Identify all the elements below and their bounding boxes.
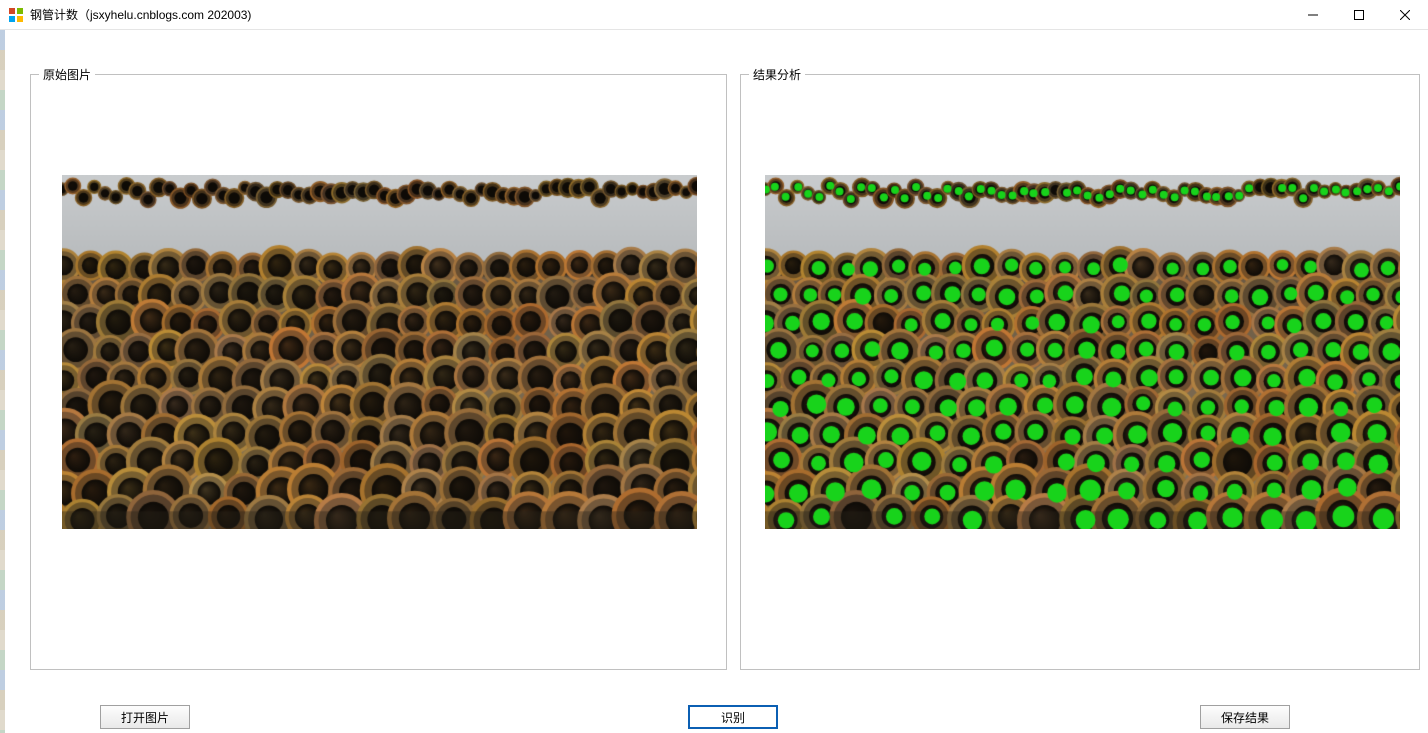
- maximize-button[interactable]: [1336, 0, 1382, 30]
- app-icon: [8, 7, 24, 23]
- window-controls: [1290, 0, 1428, 30]
- original-image: [62, 175, 697, 529]
- groupbox-result-legend: 结果分析: [749, 66, 805, 83]
- groupbox-original: 原始图片: [30, 74, 727, 670]
- groupbox-result: 结果分析: [740, 74, 1420, 670]
- close-button[interactable]: [1382, 0, 1428, 30]
- client-area: 原始图片 结果分析 打开图片 识别 保存结果: [0, 30, 1428, 733]
- recognize-button[interactable]: 识别: [688, 705, 778, 729]
- titlebar: 钢管计数（jsxyhelu.cnblogs.com 202003): [0, 0, 1428, 30]
- save-result-button[interactable]: 保存结果: [1200, 705, 1290, 729]
- picturebox-original: [62, 175, 697, 529]
- minimize-button[interactable]: [1290, 0, 1336, 30]
- groupbox-original-legend: 原始图片: [39, 66, 95, 83]
- window-left-accent: [0, 30, 5, 733]
- result-image: [765, 175, 1400, 529]
- picturebox-result: [765, 175, 1400, 529]
- window-title: 钢管计数（jsxyhelu.cnblogs.com 202003): [30, 6, 251, 23]
- open-image-button[interactable]: 打开图片: [100, 705, 190, 729]
